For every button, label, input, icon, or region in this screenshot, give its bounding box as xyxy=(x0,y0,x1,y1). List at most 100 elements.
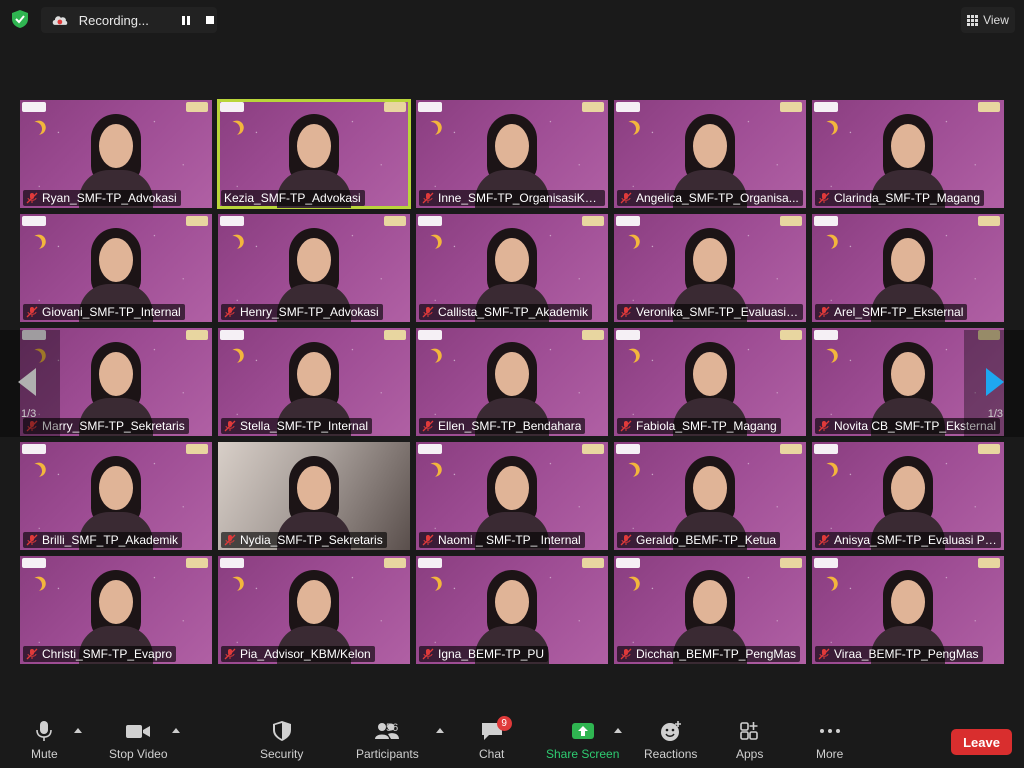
participant-tile[interactable]: Clarinda_SMF-TP_Magang xyxy=(812,100,1004,208)
participants-count: 56 xyxy=(386,722,399,734)
mute-button[interactable]: Mute xyxy=(31,720,58,761)
muted-mic-icon xyxy=(620,192,632,204)
university-logo xyxy=(22,558,46,568)
faculty-logo xyxy=(582,444,604,454)
participant-tile[interactable]: Fabiola_SMF-TP_Magang xyxy=(614,328,806,436)
participant-tile[interactable]: Pia_Advisor_KBM/Kelon xyxy=(218,556,410,664)
participant-tile[interactable]: Angelica_SMF-TP_Organisa... xyxy=(614,100,806,208)
participant-tile[interactable]: Giovani_SMF-TP_Internal xyxy=(20,214,212,322)
university-logo xyxy=(418,330,442,340)
participant-name-tag: Kezia_SMF-TP_Advokasi xyxy=(221,190,365,206)
share-screen-button[interactable]: Share Screen xyxy=(546,720,619,761)
recording-cloud-icon xyxy=(52,16,68,25)
participant-tile[interactable]: Dicchan_BEMF-TP_PengMas xyxy=(614,556,806,664)
faculty-logo xyxy=(384,558,406,568)
participant-name: Ryan_SMF-TP_Advokasi xyxy=(42,191,177,205)
participant-tile[interactable]: Christi_SMF-TP_Evapro xyxy=(20,556,212,664)
view-button[interactable]: View xyxy=(961,7,1015,33)
participant-tile[interactable]: Viraa_BEMF-TP_PengMas xyxy=(812,556,1004,664)
faculty-logo xyxy=(384,330,406,340)
participant-tile[interactable]: Nydia_SMF-TP_Sekretaris xyxy=(218,442,410,550)
video-options-caret[interactable] xyxy=(172,728,180,733)
muted-mic-icon xyxy=(26,648,38,660)
next-page-button[interactable]: 1/3 xyxy=(964,330,1024,437)
faculty-logo xyxy=(384,216,406,226)
participants-button[interactable]: 56 Participants xyxy=(356,720,419,761)
participant-name-tag: Dicchan_BEMF-TP_PengMas xyxy=(617,646,801,662)
microphone-icon xyxy=(36,721,53,741)
apps-button[interactable]: Apps xyxy=(736,720,763,761)
participant-name: Geraldo_BEMF-TP_Ketua xyxy=(636,533,777,547)
participant-name: Inne_SMF-TP_OrganisasiKa... xyxy=(438,191,601,205)
university-logo xyxy=(220,216,244,226)
more-button[interactable]: More xyxy=(816,720,843,761)
participant-tile[interactable]: Ryan_SMF-TP_Advokasi xyxy=(20,100,212,208)
faculty-logo xyxy=(582,216,604,226)
participant-name-tag: Giovani_SMF-TP_Internal xyxy=(23,304,185,320)
faculty-logo xyxy=(186,444,208,454)
participant-name-tag: Naomi _ SMF-TP_ Internal xyxy=(419,532,585,548)
participant-tile[interactable]: Kezia_SMF-TP_Advokasi xyxy=(217,99,411,209)
chat-button[interactable]: 9 Chat xyxy=(479,716,512,761)
faculty-logo xyxy=(384,102,406,112)
university-logo xyxy=(814,558,838,568)
page-indicator-right: 1/3 xyxy=(987,408,1003,420)
muted-mic-icon xyxy=(422,534,434,546)
university-logo xyxy=(814,330,838,340)
participant-tile[interactable]: Anisya_SMF-TP_Evaluasi Pr... xyxy=(812,442,1004,550)
participant-name: Clarinda_SMF-TP_Magang xyxy=(834,191,981,205)
university-logo xyxy=(418,216,442,226)
more-label: More xyxy=(816,747,844,761)
participant-tile[interactable]: Inne_SMF-TP_OrganisasiKa... xyxy=(416,100,608,208)
participant-tile[interactable]: Ellen_SMF-TP_Bendahara xyxy=(416,328,608,436)
mute-label: Mute xyxy=(31,747,58,761)
participant-name-tag: Henry_SMF-TP_Advokasi xyxy=(221,304,383,320)
stop-video-button[interactable]: Stop Video xyxy=(109,720,168,761)
previous-page-button[interactable]: 1/3 xyxy=(0,330,60,437)
chat-label: Chat xyxy=(479,747,505,761)
participant-tile[interactable]: Igna_BEMF-TP_PU xyxy=(416,556,608,664)
participant-name-tag: Brilli_SMF_TP_Akademik xyxy=(23,532,183,548)
participants-options-caret[interactable] xyxy=(436,728,444,733)
participant-name: Anisya_SMF-TP_Evaluasi Pr... xyxy=(834,533,997,547)
faculty-logo xyxy=(186,216,208,226)
participant-tile[interactable]: Stella_SMF-TP_Internal xyxy=(218,328,410,436)
participant-tile[interactable]: Naomi _ SMF-TP_ Internal xyxy=(416,442,608,550)
participant-name: Pia_Advisor_KBM/Kelon xyxy=(240,647,371,661)
security-button[interactable]: Security xyxy=(260,720,303,761)
participant-name-tag: Stella_SMF-TP_Internal xyxy=(221,418,373,434)
participant-name-tag: Veronika_SMF-TP_Evaluasi ... xyxy=(617,304,803,320)
arrow-left-icon xyxy=(18,368,36,396)
university-logo xyxy=(616,558,640,568)
participant-tile[interactable]: Arel_SMF-TP_Eksternal xyxy=(812,214,1004,322)
participant-tile[interactable]: Geraldo_BEMF-TP_Ketua xyxy=(614,442,806,550)
participant-tile[interactable]: Veronika_SMF-TP_Evaluasi ... xyxy=(614,214,806,322)
university-logo xyxy=(418,444,442,454)
participant-tile[interactable]: Henry_SMF-TP_Advokasi xyxy=(218,214,410,322)
audio-options-caret[interactable] xyxy=(74,728,82,733)
university-logo xyxy=(418,558,442,568)
video-gallery: Ryan_SMF-TP_Advokasi Kezia_SMF-TP_Advokas… xyxy=(20,99,1005,667)
pause-recording-button[interactable] xyxy=(179,13,193,27)
university-logo xyxy=(22,102,46,112)
stop-recording-button[interactable] xyxy=(203,13,217,27)
reactions-button[interactable]: Reactions xyxy=(644,720,697,761)
university-logo xyxy=(814,102,838,112)
muted-mic-icon xyxy=(26,306,38,318)
participant-name: Giovani_SMF-TP_Internal xyxy=(42,305,181,319)
participant-name-tag: Arel_SMF-TP_Eksternal xyxy=(815,304,968,320)
more-dots-icon xyxy=(819,729,840,733)
leave-button[interactable]: Leave xyxy=(951,729,1012,755)
participant-name-tag: Ryan_SMF-TP_Advokasi xyxy=(23,190,181,206)
university-logo xyxy=(616,216,640,226)
muted-mic-icon xyxy=(818,534,830,546)
security-shield-icon[interactable] xyxy=(10,9,30,29)
share-options-caret[interactable] xyxy=(614,728,622,733)
participant-tile[interactable]: Brilli_SMF_TP_Akademik xyxy=(20,442,212,550)
faculty-logo xyxy=(780,444,802,454)
participant-tile[interactable]: Callista_SMF-TP_Akademik xyxy=(416,214,608,322)
participant-name: Fabiola_SMF-TP_Magang xyxy=(636,419,777,433)
faculty-logo xyxy=(780,330,802,340)
muted-mic-icon xyxy=(26,534,38,546)
security-label: Security xyxy=(260,747,304,761)
